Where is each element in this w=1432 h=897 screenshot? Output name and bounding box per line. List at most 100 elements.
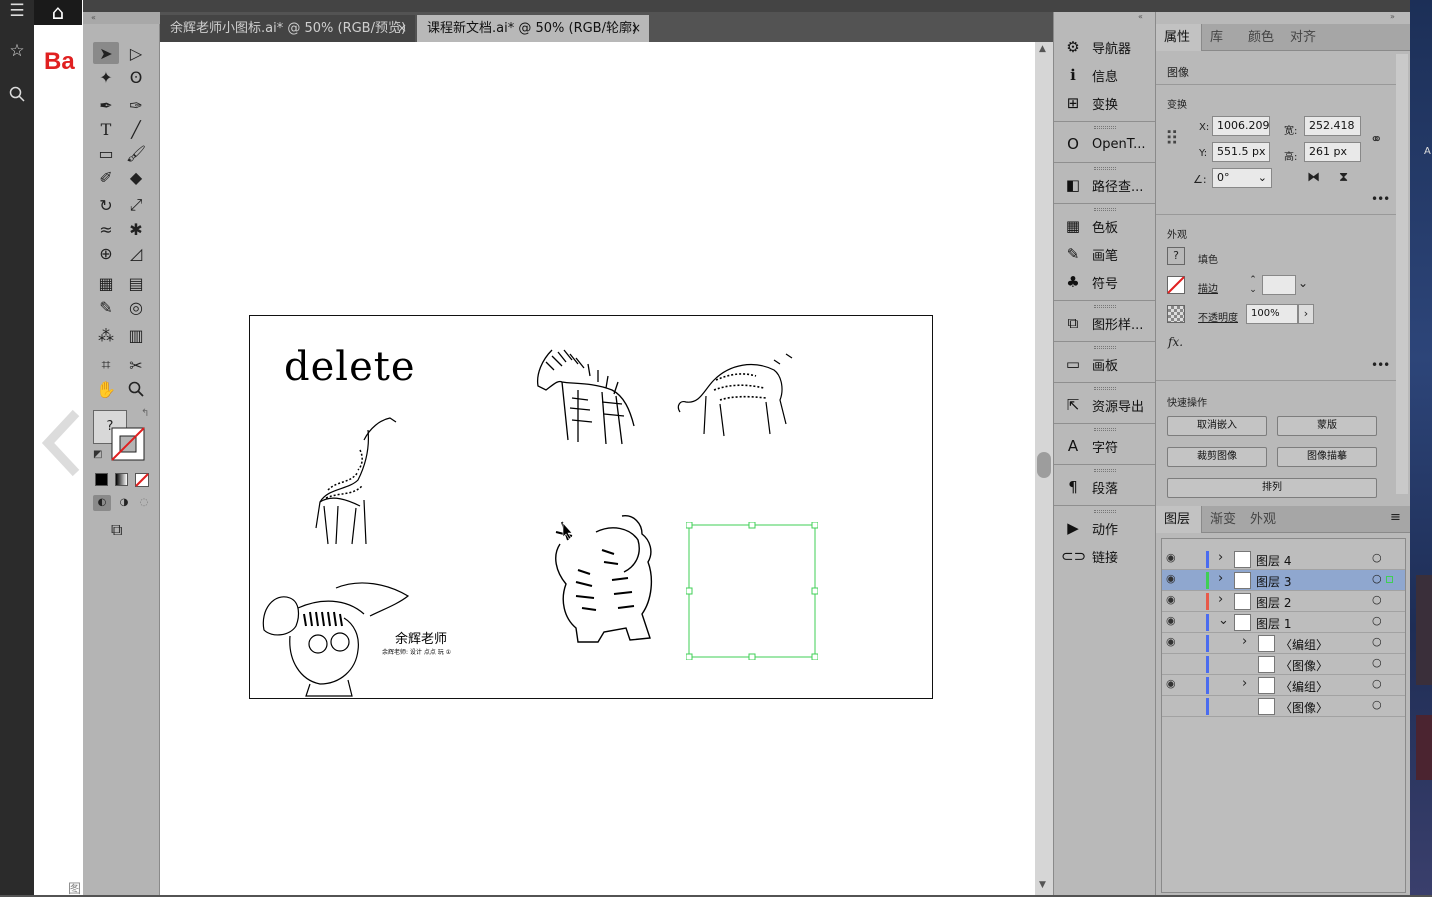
line-tool-icon[interactable]: ╱ [123,118,149,140]
dock-grip[interactable] [1094,305,1116,308]
properties-scrollbar[interactable] [1396,54,1408,494]
target-circle-icon[interactable]: ○ [1372,593,1382,606]
back-arrow-icon[interactable] [42,408,82,478]
target-circle-icon[interactable]: ○ [1372,656,1382,669]
tab-color[interactable]: 颜色 [1240,24,1282,51]
puppet-warp-tool-icon[interactable]: ✱ [123,218,149,240]
draw-normal-icon[interactable]: ◐ [93,495,111,511]
selection-tool-icon[interactable]: ➤ [93,42,119,64]
unembed-button[interactable]: 取消嵌入 [1167,416,1267,436]
home-icon[interactable]: ⌂ [34,0,82,25]
tab-layers[interactable]: 图层 [1156,506,1202,533]
list-icon[interactable]: ☰ [4,0,30,22]
height-field[interactable]: 261 px [1304,142,1361,162]
dock-item[interactable]: ℹ 信息 [1054,62,1156,88]
selection-bounding-box[interactable] [686,522,818,660]
dock-item[interactable]: ⊂⊃ 链接 [1054,543,1156,569]
color-mode-icon[interactable] [95,473,108,486]
close-icon[interactable]: × [631,15,641,42]
stroke-none-icon[interactable] [1167,276,1185,294]
tab-small-icons[interactable]: 余辉老师小图标.ai* @ 50% (RGB/预览) × [160,15,415,42]
zebra-outline[interactable] [532,340,644,450]
layer-name[interactable]: 图层 2 [1256,594,1291,611]
mesh-tool-icon[interactable]: ▦ [93,272,119,294]
expand-chevron-icon[interactable]: › [1218,592,1223,607]
star-icon[interactable]: ☆ [4,40,30,62]
expand-chevron-icon[interactable]: › [1242,676,1247,691]
chevron-down-icon[interactable]: ⌄ [1298,276,1308,290]
constrain-link-icon[interactable]: ⚭ [1370,130,1383,148]
scale-tool-icon[interactable]: ⤢ [123,194,149,216]
target-circle-icon[interactable]: ○ [1372,572,1382,585]
tab-align[interactable]: 对齐 [1282,24,1324,51]
default-colors-icon[interactable]: ◩ [93,449,102,460]
layer-row[interactable]: ◉ › 〈编组〉 ○ [1162,675,1405,696]
dock-grip[interactable] [1094,346,1116,349]
crop-image-button[interactable]: 裁剪图像 [1167,447,1267,467]
x-field[interactable]: 1006.209 [1212,116,1270,136]
layer-row[interactable]: 〈图像〉 ○ [1162,654,1405,675]
layer-name[interactable]: 图层 3 [1256,573,1291,590]
tab-gradient[interactable]: 渐变 [1202,506,1244,533]
target-circle-icon[interactable]: ○ [1372,551,1382,564]
layer-name[interactable]: 〈编组〉 [1280,636,1328,653]
screen-mode-icon[interactable]: ⧉ [111,520,122,540]
pen-tool-icon[interactable]: ✒ [93,94,119,116]
gradient-mode-icon[interactable] [115,473,128,486]
lasso-tool-icon[interactable]: ʘ [123,66,149,88]
chevron-right-icon[interactable]: › [1298,304,1314,324]
tab-course-document[interactable]: 课程新文档.ai* @ 50% (RGB/轮廓) × [417,15,649,42]
hand-tool-icon[interactable]: ✋ [93,378,119,400]
stroke-weight-field[interactable] [1262,275,1296,295]
angle-field[interactable]: 0° ⌄ [1212,168,1272,188]
eyedropper-tool-icon[interactable]: ✎ [93,296,119,318]
dock-grip[interactable] [1094,510,1116,513]
layer-name[interactable]: 〈编组〉 [1280,678,1328,695]
tab-properties[interactable]: 属性 [1156,24,1202,51]
vertical-scrollbar[interactable]: ▲ ▼ [1035,42,1053,895]
giraffe-outline[interactable] [298,410,418,550]
opacity-label[interactable]: 不透明度 [1198,309,1238,324]
chevron-down-icon[interactable]: ⌄ [1258,169,1267,187]
symbol-sprayer-tool-icon[interactable]: ⁂ [93,324,119,346]
blend-tool-icon[interactable]: ◎ [123,296,149,318]
dock-grip[interactable] [1094,167,1116,170]
visibility-eye-icon[interactable]: ◉ [1166,677,1176,690]
stroke-label[interactable]: 描边 [1198,280,1218,295]
layer-row[interactable]: ◉ › 图层 4 ○ [1162,549,1405,570]
direct-selection-tool-icon[interactable]: ▷ [123,42,149,64]
tab-libraries[interactable]: 库 [1202,24,1231,51]
visibility-eye-icon[interactable]: ◉ [1166,614,1176,627]
gradient-tool-icon[interactable]: ▤ [123,272,149,294]
artboard[interactable]: delete 余辉老师 余辉老师: 设计 点点 玩 ① [249,315,933,699]
selection-square-icon[interactable] [1386,576,1393,583]
search-icon[interactable] [4,86,30,108]
dock-grip[interactable] [1094,469,1116,472]
warp-tool-icon[interactable]: ≈ [93,218,119,240]
dock-item[interactable]: ◧ 路径查... [1054,172,1156,198]
width-field[interactable]: 252.418 [1304,116,1361,136]
expand-chevron-icon[interactable]: ⌄ [1218,613,1229,628]
layer-row[interactable]: 〈图像〉 ○ [1162,696,1405,717]
opacity-field[interactable]: 100% [1246,304,1298,324]
dock-grip[interactable] [1094,428,1116,431]
target-circle-icon[interactable]: ○ [1372,635,1382,648]
eraser-tool-icon[interactable]: ◆ [123,166,149,188]
dock-item[interactable]: ▭ 画板 [1054,351,1156,377]
desktop-icon-fragment[interactable] [1416,715,1432,780]
layer-row[interactable]: ◉ ⌄ 图层 1 ○ [1162,612,1405,633]
paintbrush-tool-icon[interactable]: 🖌 [123,142,149,164]
zoom-tool-icon[interactable] [123,378,149,400]
dock-item[interactable]: ⇱ 资源导出 [1054,392,1156,418]
expand-chevron-icon[interactable]: › [1218,550,1223,565]
expand-chevron-icon[interactable]: › [1218,571,1223,586]
visibility-eye-icon[interactable]: ◉ [1166,593,1176,606]
flip-horizontal-icon[interactable]: ⧓ [1307,170,1320,185]
image-trace-button[interactable]: 图像描摹 [1277,447,1377,467]
mask-button[interactable]: 蒙版 [1277,416,1377,436]
draw-inside-icon[interactable]: ◌ [135,495,153,511]
scroll-down-icon[interactable]: ▼ [1039,880,1046,890]
perspective-grid-tool-icon[interactable]: ◿ [123,242,149,264]
flip-vertical-icon[interactable]: ⧗ [1339,170,1348,185]
desktop-icon-fragment[interactable] [1416,575,1432,685]
